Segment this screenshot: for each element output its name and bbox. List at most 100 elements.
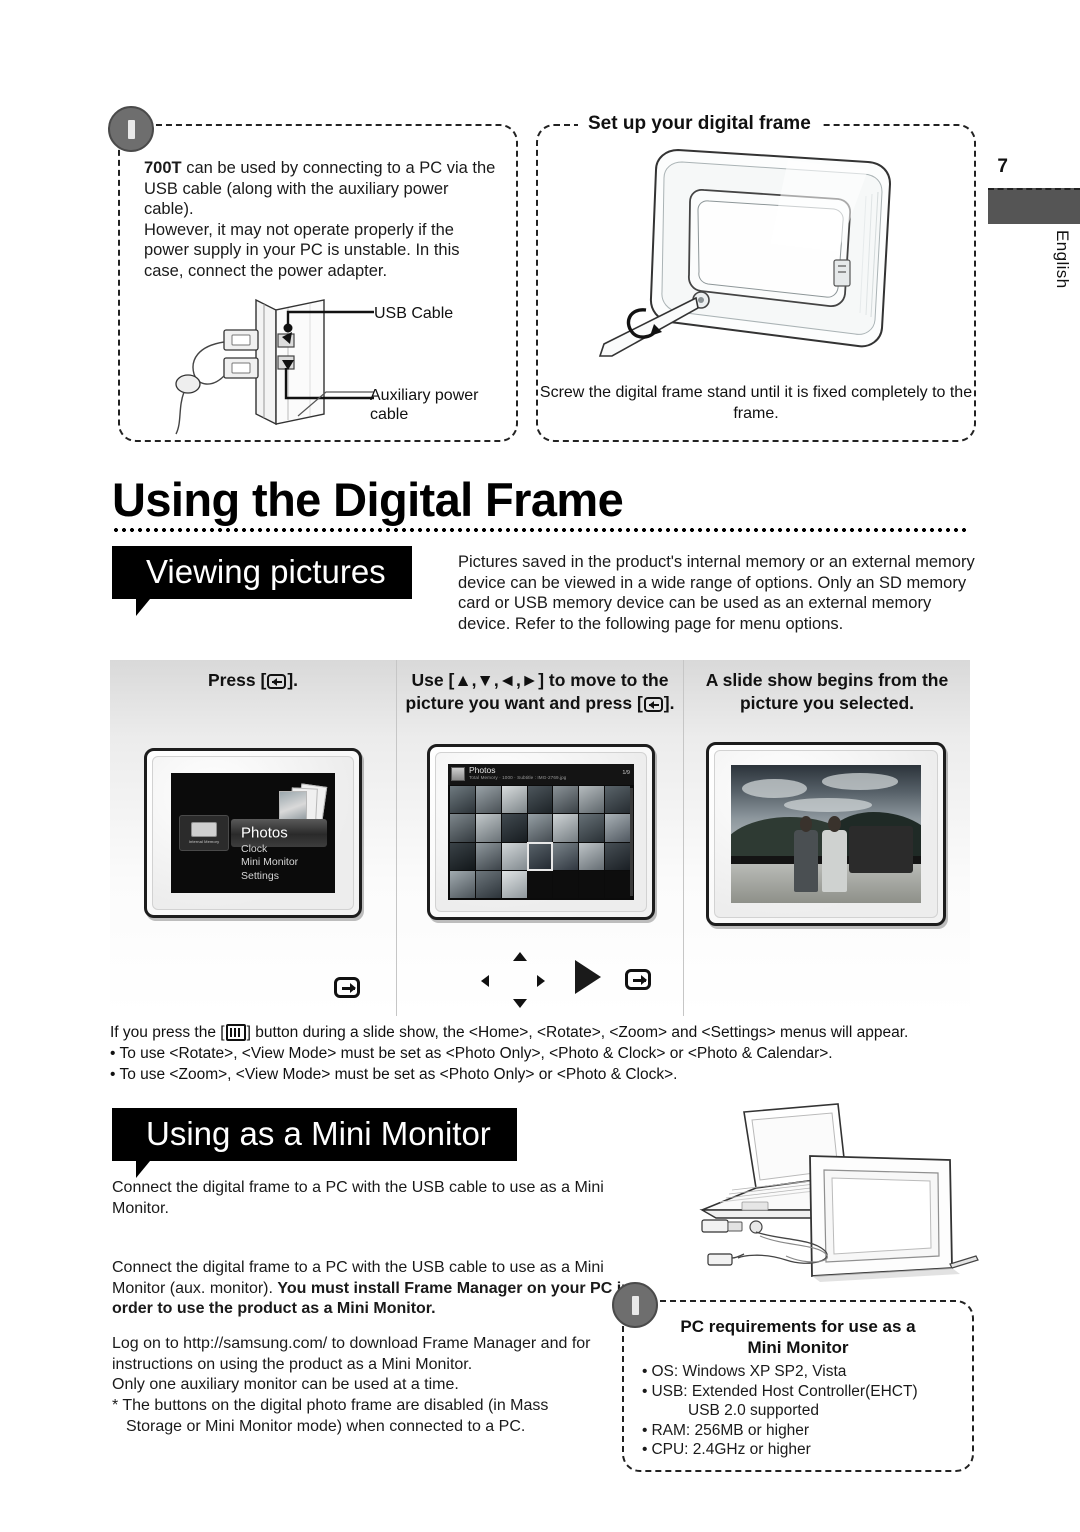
page-title: Using the Digital Frame — [112, 473, 624, 526]
steps-note-post: ] button during a slide show, the <Home>… — [246, 1024, 909, 1041]
device-screen-grid: Photos Total Memory · 1000 · Subtitle : … — [448, 764, 634, 900]
pc-requirement-usb-text: USB: Extended Host Controller(EHCT) — [651, 1382, 918, 1400]
pc-requirements-title-line1: PC requirements for use as a — [680, 1317, 916, 1336]
device-screen-menu: Internal Memory Photos Clock Mini Monito… — [171, 773, 335, 893]
step-1-head-pre: Press [ — [207, 670, 267, 690]
step-1-heading: Press []. — [110, 660, 396, 692]
thumbnail-cell[interactable] — [553, 814, 579, 842]
dpad-down-icon — [513, 999, 527, 1008]
pc-requirements-title: PC requirements for use as a Mini Monito… — [624, 1302, 972, 1360]
photo-cloud — [822, 773, 899, 790]
thumbnail-cell[interactable] — [527, 786, 553, 814]
thumbnail-cell[interactable] — [605, 842, 630, 870]
menu-item-clock[interactable]: Clock — [241, 843, 298, 857]
thumbnail-cell[interactable] — [475, 814, 501, 842]
thumbnail-cell[interactable] — [475, 842, 501, 870]
thumbnail-cell[interactable] — [553, 786, 579, 814]
pc-requirements-note: PC requirements for use as a Mini Monito… — [622, 1300, 974, 1472]
photo-child-right — [822, 816, 847, 892]
mini-monitor-paragraph-1: Connect the digital frame to a PC with t… — [112, 1179, 604, 1217]
pc-requirement-ram-text: RAM: 256MB or higher — [651, 1421, 810, 1439]
laptop-frame-svg — [699, 1103, 979, 1282]
menu-item-settings[interactable]: Settings — [241, 870, 298, 884]
grid-scrollbar[interactable] — [630, 788, 633, 896]
menu-button-icon — [225, 1024, 246, 1041]
thumbnail-cell[interactable] — [579, 786, 605, 814]
frame-stand-illustration — [598, 148, 892, 357]
section-tag-mini-monitor-label: Using as a Mini Monitor — [146, 1115, 491, 1152]
pc-requirement-os: • OS: Windows XP SP2, Vista — [642, 1363, 847, 1380]
steps-note-line-1: If you press the [ ] button during a slid… — [110, 1022, 976, 1043]
enter-key-icon — [267, 674, 287, 689]
step-2-head-post: ]. — [663, 693, 675, 713]
grid-page-indicator: 1/9 — [622, 770, 630, 776]
step-1-nav-row — [110, 948, 396, 1008]
mini-monitor-paragraph-2: Connect the digital frame to a PC with t… — [112, 1258, 632, 1320]
grid-title: Photos — [469, 765, 496, 775]
pc-requirement-os-text: OS: Windows XP SP2, Vista — [651, 1363, 847, 1380]
setup-frame-note: Screw the digital frame stand until it i… — [536, 124, 976, 442]
thumbnail-cell[interactable] — [527, 814, 553, 842]
menu-item-mini-monitor[interactable]: Mini Monitor — [241, 856, 298, 870]
step-3-heading: A slide show begins from the picture you… — [705, 670, 949, 713]
viewing-steps-panel: Press []. Internal Memory Photos Clock M… — [110, 660, 970, 1016]
section-tag-viewing-label: Viewing pictures — [146, 553, 386, 590]
thumbnail-cell[interactable] — [475, 870, 501, 898]
thumbnail-cell[interactable] — [450, 870, 475, 898]
title-dotted-rule — [112, 528, 970, 532]
mini-monitor-illustration — [660, 1098, 990, 1296]
usb-connection-illustration: USB Cable Auxiliary power cable — [138, 296, 508, 436]
thumbnail-grid[interactable] — [450, 786, 630, 898]
section-tab-block — [988, 188, 1080, 224]
grid-header: Photos Total Memory · 1000 · Subtitle : … — [448, 764, 634, 785]
menu-item-photos[interactable]: Photos — [241, 825, 288, 842]
section-tag-mini-monitor: Using as a Mini Monitor — [112, 1108, 517, 1178]
model-name: 700T — [144, 159, 182, 177]
thumbnail-cell[interactable] — [579, 842, 605, 870]
memory-card-icon — [191, 822, 217, 837]
thumbnail-cell[interactable] — [605, 814, 630, 842]
photo-cloud — [742, 778, 807, 799]
thumbnail-cell[interactable] — [475, 786, 501, 814]
thumbnail-cell[interactable] — [450, 842, 475, 870]
thumbnail-cell[interactable] — [501, 870, 527, 898]
pc-requirement-cpu: • CPU: 2.4GHz or higher — [642, 1441, 811, 1458]
thumbnail-cell[interactable] — [553, 842, 579, 870]
photo-child-left — [793, 816, 819, 892]
step-3: A slide show begins from the picture you… — [683, 660, 970, 1016]
thumbnail-cell[interactable] — [450, 814, 475, 842]
enter-key-icon — [643, 697, 663, 712]
viewing-steps-notes: If you press the [ ] button during a slid… — [110, 1022, 976, 1085]
enter-button-icon — [334, 977, 360, 998]
device-mockup-menu: Internal Memory Photos Clock Mini Monito… — [144, 748, 362, 918]
pc-requirements-title-line2: Mini Monitor — [747, 1338, 849, 1357]
thumbnail-cell — [527, 870, 553, 898]
thumbnail-cell[interactable] — [579, 814, 605, 842]
menu-items-rest: Clock Mini Monitor Settings — [241, 843, 298, 884]
page-number: 7 — [997, 156, 1008, 177]
pc-requirement-ram: • RAM: 256MB or higher — [642, 1421, 810, 1439]
mini-monitor-footnote-a: * The buttons on the digital photo frame… — [112, 1397, 549, 1414]
dpad-left-icon — [481, 975, 489, 987]
thumbnail-cell[interactable] — [501, 814, 527, 842]
exclamation-icon — [612, 1282, 658, 1328]
dpad-up-icon — [513, 952, 527, 961]
setup-note-title: Set up your digital frame — [578, 113, 821, 135]
thumbnail-cell[interactable] — [501, 786, 527, 814]
thumbnail-cell[interactable] — [501, 842, 527, 870]
thumbnail-cell[interactable] — [605, 786, 630, 814]
thumbnail-cell[interactable] — [450, 786, 475, 814]
steps-note-pre: If you press the [ — [110, 1024, 225, 1041]
step-2-arrow-keys: ▲,▼,◄,► — [454, 670, 539, 690]
usb-connection-note: 700T can be used by connecting to a PC v… — [118, 124, 518, 442]
section-tag-viewing-pictures: Viewing pictures — [112, 546, 412, 616]
mini-monitor-footnote-b: Storage or Mini Monitor mode) when conne… — [126, 1417, 526, 1435]
thumbnail-cell — [553, 870, 579, 898]
thumbnail-cell[interactable] — [526, 841, 554, 871]
pc-requirement-cpu-text: CPU: 2.4GHz or higher — [651, 1441, 811, 1458]
step-2-heading: Use [▲,▼,◄,►] to move to the picture you… — [397, 660, 683, 715]
usb-note-text: 700T can be used by connecting to a PC v… — [120, 126, 516, 281]
dpad-icon — [481, 952, 555, 1008]
dpad-right-icon — [537, 975, 545, 987]
grid-subtitle: Total Memory · 1000 · Subtitle : IMG-276… — [469, 775, 567, 780]
